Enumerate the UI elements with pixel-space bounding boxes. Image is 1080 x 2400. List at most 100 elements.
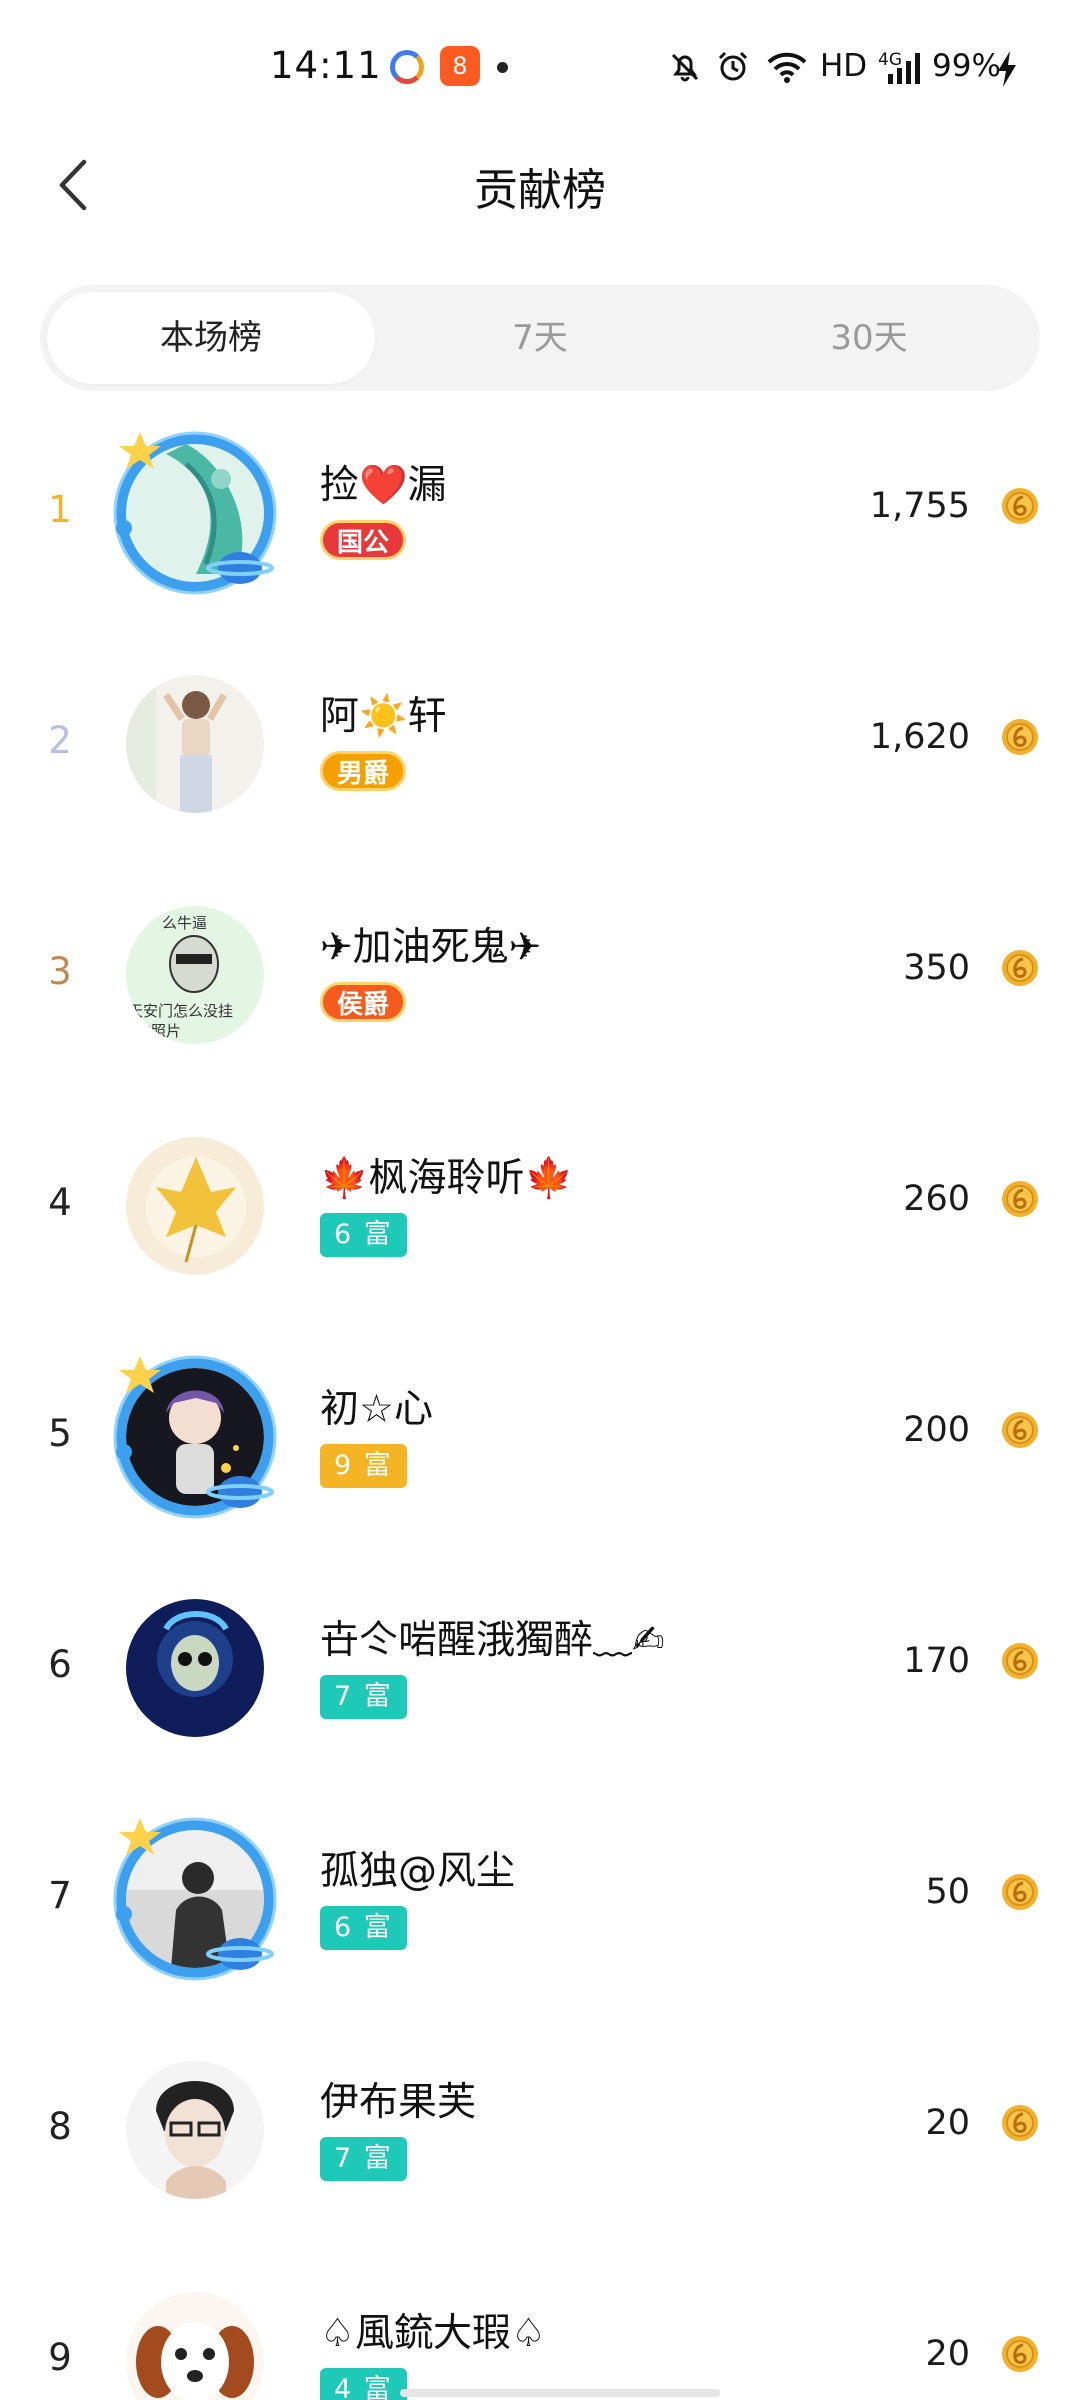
rank-number: 1 xyxy=(48,488,72,531)
badge-label: 侯爵 xyxy=(320,982,407,1022)
avatar[interactable] xyxy=(110,2045,280,2215)
wealth-level-badge: 7 富 xyxy=(320,2137,407,2181)
wealth-level-badge: 9 富 xyxy=(320,1444,407,1488)
user-name: 捡❤️漏 xyxy=(320,463,447,508)
avatar-image: 么牛逼 天安门怎么没挂 你照片 xyxy=(126,906,264,1044)
avatar[interactable] xyxy=(110,428,280,598)
rank-number: 8 xyxy=(48,2105,72,2148)
more-notifications-dot-icon xyxy=(497,62,508,73)
ranking-row[interactable]: 5 初☆心 9 富 200 xyxy=(0,1344,1080,1575)
contribution-score: 350 xyxy=(903,948,970,988)
avatar-image xyxy=(126,2292,264,2400)
avatar-frame-decoration xyxy=(113,1355,277,1519)
wealth-level-badge: 6 富 xyxy=(320,1213,407,1257)
contribution-score: 50 xyxy=(925,1872,970,1912)
badge-label: 6 富 xyxy=(320,1213,407,1257)
ranking-row[interactable]: 4 🍁枫海聆听🍁 6 富 260 xyxy=(0,1113,1080,1344)
rank-number: 3 xyxy=(48,950,72,993)
ranking-row[interactable]: 6 卋仒啱醒涐獨醉﹏✍ 7 富 170 xyxy=(0,1575,1080,1806)
badge-label: 7 富 xyxy=(320,1675,407,1719)
contribution-score: 260 xyxy=(903,1179,970,1219)
ranking-row[interactable]: 7 孤独@风尘 6 富 50 xyxy=(0,1806,1080,2037)
coin-icon xyxy=(1002,1874,1038,1910)
coin-icon xyxy=(1002,488,1038,524)
user-name: 阿☀️轩 xyxy=(320,694,447,739)
contribution-score: 20 xyxy=(925,2103,970,2143)
avatar[interactable] xyxy=(110,1814,280,1984)
contribution-score: 200 xyxy=(903,1410,970,1450)
battery-percent: 99% xyxy=(932,48,1001,84)
wealth-level-badge: 6 富 xyxy=(320,1906,407,1950)
wealth-level-badge: 4 富 xyxy=(320,2368,407,2400)
contribution-score: 1,755 xyxy=(869,486,970,526)
badge-label: 4 富 xyxy=(320,2368,407,2400)
wealth-level-badge: 7 富 xyxy=(320,1675,407,1719)
header: 贡献榜 xyxy=(0,130,1080,240)
bell-muted-icon xyxy=(671,53,699,82)
avatar-caption: 你照片 xyxy=(136,1022,181,1040)
avatar-caption: 天安门怎么没挂 xyxy=(128,1002,233,1020)
screen: 14:11 8 HD 4G 99% 贡献榜 本场榜 7天 30天 1 捡❤️漏 … xyxy=(0,0,1080,2400)
avatar[interactable] xyxy=(110,659,280,829)
avatar-frame-decoration xyxy=(113,1817,277,1981)
status-bar: 14:11 8 HD 4G 99% xyxy=(0,0,1080,130)
user-name: ✈加油死鬼✈ xyxy=(320,925,542,970)
badge-label: 9 富 xyxy=(320,1444,407,1488)
status-time: 14:11 xyxy=(270,44,382,87)
coin-icon xyxy=(1002,2105,1038,2141)
user-name: 初☆心 xyxy=(320,1387,433,1432)
badge-label: 国公 xyxy=(320,520,407,560)
contribution-score: 20 xyxy=(925,2334,970,2374)
rank-number: 9 xyxy=(48,2336,72,2379)
contribution-score: 1,620 xyxy=(869,717,970,757)
rank-number: 4 xyxy=(48,1181,72,1224)
avatar[interactable] xyxy=(110,1352,280,1522)
user-name: 🍁枫海聆听🍁 xyxy=(320,1156,574,1201)
ranking-row[interactable]: 9 ♤風鋶大瑕♤ 4 富 20 xyxy=(0,2268,1080,2400)
user-name: 伊布果芙 xyxy=(320,2080,477,2125)
wifi-icon xyxy=(767,52,807,83)
user-name: ♤風鋶大瑕♤ xyxy=(320,2311,546,2356)
coin-icon xyxy=(1002,1412,1038,1448)
rank-number: 7 xyxy=(48,1874,72,1917)
rank-number: 5 xyxy=(48,1412,72,1455)
cell-signal-icon xyxy=(888,53,920,84)
avatar-image xyxy=(126,675,264,813)
avatar-frame-decoration xyxy=(113,431,277,595)
avatar-caption: 么牛逼 xyxy=(162,914,207,932)
avatar-image xyxy=(126,2061,264,2199)
badge-label: 7 富 xyxy=(320,2137,407,2181)
coin-icon xyxy=(1002,1181,1038,1217)
tab-7-days[interactable]: 7天 xyxy=(376,292,704,384)
avatar[interactable] xyxy=(110,1121,280,1291)
rank-title-badge: 男爵 xyxy=(320,751,407,795)
ranking-row[interactable]: 8 伊布果芙 7 富 20 xyxy=(0,2037,1080,2268)
scrollbar[interactable] xyxy=(400,2389,720,2397)
tab-current-session[interactable]: 本场榜 xyxy=(47,292,375,384)
badge-label: 6 富 xyxy=(320,1906,407,1950)
avatar[interactable]: 么牛逼 天安门怎么没挂 你照片 xyxy=(110,890,280,1060)
charging-bolt-icon xyxy=(998,51,1016,87)
tab-30-days[interactable]: 30天 xyxy=(705,292,1033,384)
avatar[interactable] xyxy=(110,1583,280,1753)
rank-title-badge: 国公 xyxy=(320,520,407,564)
rank-title-badge: 侯爵 xyxy=(320,982,407,1026)
hd-indicator: HD xyxy=(820,48,868,84)
coin-icon xyxy=(1002,950,1038,986)
ranking-list: 1 捡❤️漏 国公 1,755 2 阿☀️轩 男爵 1,620 3 么牛逼 天安… xyxy=(0,420,1080,2400)
user-name: 孤独@风尘 xyxy=(320,1849,516,1894)
coin-icon xyxy=(1002,2336,1038,2372)
ranking-row[interactable]: 3 么牛逼 天安门怎么没挂 你照片 ✈加油死鬼✈ 侯爵 350 xyxy=(0,882,1080,1113)
rank-number: 2 xyxy=(48,719,72,762)
badge-label: 男爵 xyxy=(320,751,407,791)
ranking-row[interactable]: 1 捡❤️漏 国公 1,755 xyxy=(0,420,1080,651)
avatar-image xyxy=(126,1137,264,1275)
contribution-score: 170 xyxy=(903,1641,970,1681)
ranking-row[interactable]: 2 阿☀️轩 男爵 1,620 xyxy=(0,651,1080,882)
alarm-icon xyxy=(718,51,748,81)
rank-number: 6 xyxy=(48,1643,72,1686)
page-title: 贡献榜 xyxy=(474,165,606,216)
period-tabs: 本场榜 7天 30天 xyxy=(40,285,1040,391)
avatar-image xyxy=(126,1599,264,1737)
avatar[interactable] xyxy=(110,2276,280,2400)
